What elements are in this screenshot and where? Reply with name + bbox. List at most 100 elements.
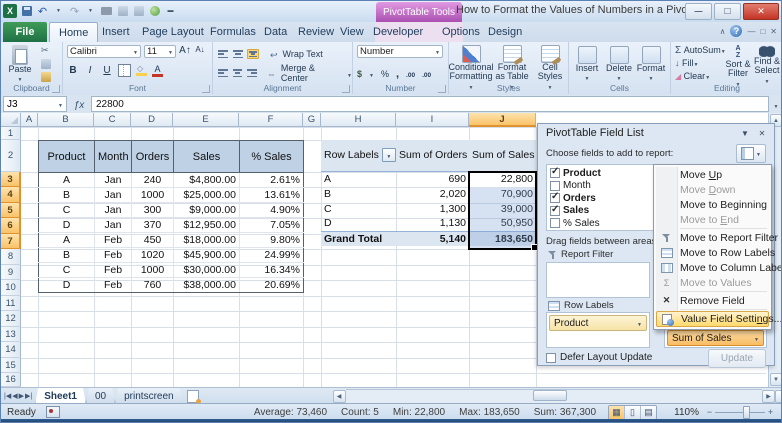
bottom-align-icon[interactable] (247, 49, 259, 59)
tab-file[interactable]: File (3, 22, 47, 42)
cell[interactable]: $30,000.00 (173, 262, 240, 278)
help-icon[interactable]: ? (730, 25, 743, 37)
expand-formula-bar-icon[interactable] (769, 95, 781, 113)
font-name-combo[interactable]: Calibri (67, 45, 141, 58)
cell[interactable]: Grand Total (321, 230, 396, 246)
menu-item-move-up[interactable]: Move Up (656, 167, 769, 182)
cell[interactable]: 760 (131, 277, 174, 293)
checkbox-icon[interactable] (550, 180, 560, 191)
row-field-button[interactable]: Product (549, 315, 647, 331)
row-header-1[interactable]: 1 (1, 127, 21, 140)
row-header-4[interactable]: 4 (1, 187, 21, 203)
cell[interactable]: 24.99% (239, 247, 304, 263)
insert-cells-button[interactable]: Insert (571, 44, 603, 83)
print-button[interactable] (100, 5, 113, 18)
cell[interactable]: 450 (131, 232, 174, 248)
redo-dropdown-icon[interactable] (84, 5, 97, 18)
align-center-icon[interactable] (232, 68, 244, 78)
cell[interactable]: Jan (94, 217, 132, 233)
row-header-14[interactable]: 14 (1, 342, 21, 358)
cell[interactable]: 5,140 (396, 230, 469, 246)
horizontal-scroll-track[interactable] (345, 388, 762, 404)
row-header-12[interactable]: 12 (1, 311, 21, 327)
cell[interactable]: 4.90% (239, 202, 304, 218)
row-header-3[interactable]: 3 (1, 172, 21, 187)
pivot-header[interactable]: Sum of Orders (396, 140, 469, 172)
cell[interactable]: C (38, 202, 95, 218)
restore-button[interactable] (714, 3, 741, 20)
cell[interactable]: 690 (396, 171, 469, 186)
row-header-9[interactable]: 9 (1, 265, 21, 280)
cell[interactable]: Feb (94, 232, 132, 248)
cell[interactable]: C (321, 201, 396, 216)
menu-item-remove-field[interactable]: Remove Field (656, 293, 769, 308)
wrap-text-button[interactable]: Wrap Text (281, 48, 325, 60)
font-color-icon[interactable]: A (152, 65, 163, 77)
comma-style-icon[interactable] (396, 64, 399, 82)
cell[interactable]: D (321, 216, 396, 231)
percent-style-icon[interactable] (381, 64, 389, 82)
cell[interactable]: 240 (131, 172, 174, 188)
cell[interactable]: 1,300 (396, 201, 469, 216)
page-layout-view-icon[interactable]: ▯ (625, 405, 641, 419)
row-header-11[interactable]: 11 (1, 296, 21, 311)
cell[interactable]: $12,950.00 (173, 217, 240, 233)
number-dialog-launcher-icon[interactable] (438, 85, 446, 93)
data-header[interactable]: % Sales (239, 140, 304, 173)
pivot-header[interactable]: Sum of Sales (469, 140, 536, 172)
cell[interactable]: Feb (94, 247, 132, 263)
checkbox-icon[interactable] (550, 218, 560, 229)
save-button[interactable] (20, 5, 33, 18)
prev-sheet-icon[interactable]: ◀ (12, 392, 17, 400)
collapse-ribbon-icon[interactable]: ∧ (720, 27, 726, 36)
underline-icon[interactable]: U (101, 65, 113, 76)
row-header-2[interactable]: 2 (1, 140, 21, 172)
defer-checkbox[interactable] (546, 352, 556, 363)
font-size-combo[interactable]: 11 (144, 45, 176, 58)
select-all-corner[interactable] (1, 113, 21, 127)
horizontal-scroll-thumb[interactable] (532, 389, 567, 401)
workbook-minimize-icon[interactable]: — (747, 27, 755, 36)
cell[interactable]: $45,900.00 (173, 247, 240, 263)
align-left-icon[interactable] (217, 68, 229, 78)
cell[interactable]: 50,950 (469, 216, 536, 231)
cell[interactable]: 183,650 (469, 230, 536, 246)
cell[interactable]: B (321, 186, 396, 201)
row-header-13[interactable]: 13 (1, 327, 21, 342)
cell[interactable]: B (38, 247, 95, 263)
column-header-C[interactable]: C (94, 113, 131, 127)
cell[interactable]: 2.61% (239, 172, 304, 188)
zoom-slider[interactable]: − + (705, 405, 775, 419)
italic-icon[interactable]: I (84, 65, 96, 76)
copy-icon[interactable] (41, 59, 51, 69)
cell[interactable]: 13.61% (239, 187, 304, 203)
cell[interactable]: Jan (94, 187, 132, 203)
decrease-decimal-icon[interactable] (422, 64, 431, 82)
column-header-A[interactable]: A (21, 113, 38, 127)
row-labels-box[interactable]: Product (546, 312, 650, 348)
zoom-in-icon[interactable]: + (766, 407, 775, 417)
cell[interactable]: 70,900 (469, 186, 536, 201)
name-box[interactable]: J3 (3, 96, 67, 112)
column-header-B[interactable]: B (38, 113, 94, 127)
number-format-combo[interactable]: Number (357, 45, 443, 58)
cell[interactable]: A (38, 172, 95, 188)
cell[interactable]: A (321, 171, 396, 186)
menu-item-move-to-beginning[interactable]: Move to Beginning (656, 197, 769, 212)
value-field-button[interactable]: Sum of Sales (667, 330, 764, 346)
page-break-view-icon[interactable]: ▤ (641, 405, 656, 419)
zoom-level[interactable]: 110% (667, 407, 699, 418)
column-header-F[interactable]: F (239, 113, 303, 127)
cell[interactable]: Jan (94, 202, 132, 218)
menu-item-move-to-report-filter[interactable]: Move to Report Filter (656, 230, 778, 245)
last-sheet-icon[interactable]: ▶| (25, 392, 32, 400)
accounting-format-icon[interactable] (357, 64, 362, 82)
cell[interactable]: $4,800.00 (173, 172, 240, 188)
cell[interactable]: 22,800 (469, 171, 536, 186)
normal-view-icon[interactable]: ▦ (609, 405, 625, 419)
cell[interactable]: 1020 (131, 247, 174, 263)
paste-button[interactable]: Paste (5, 43, 35, 84)
pane-options-icon[interactable]: ▼ (738, 127, 752, 140)
merge-center-button[interactable]: Merge & Center (279, 63, 344, 83)
menu-item-move-to-end[interactable]: Move to End (656, 212, 769, 227)
